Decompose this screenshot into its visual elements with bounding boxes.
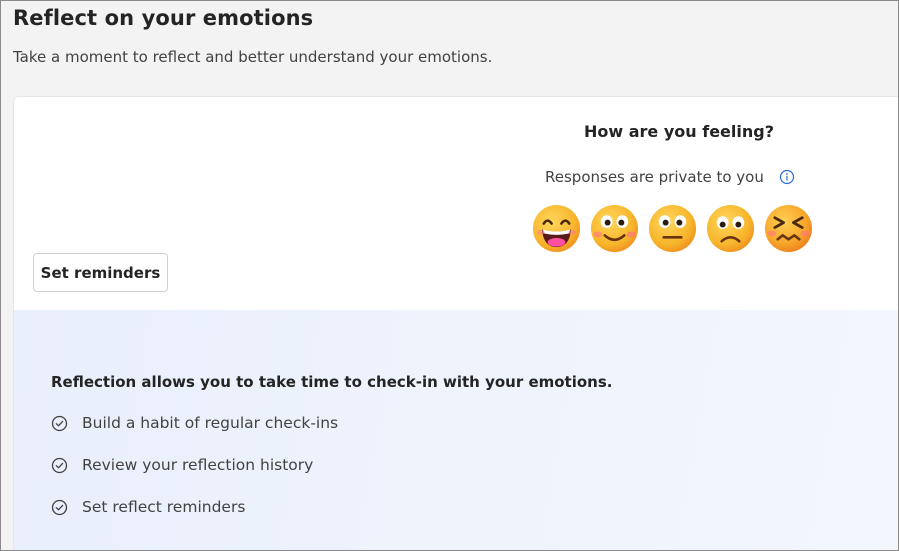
benefit-label: Build a habit of regular check-ins bbox=[82, 414, 339, 432]
benefit-item: Set reflect reminders bbox=[51, 498, 245, 516]
benefit-item: Review your reflection history bbox=[51, 456, 313, 474]
reflect-card: Set reminders How are you feeling? Respo… bbox=[13, 96, 898, 550]
frowning-face-icon[interactable] bbox=[705, 203, 756, 254]
privacy-note: Responses are private to you bbox=[545, 168, 764, 186]
reflection-intro: Reflection allows you to take time to ch… bbox=[51, 373, 613, 391]
page-title: Reflect on your emotions bbox=[13, 6, 314, 30]
confounded-face-icon[interactable] bbox=[763, 203, 814, 254]
benefit-item: Build a habit of regular check-ins bbox=[51, 414, 338, 432]
app-frame: Reflect on your emotions Take a moment t… bbox=[0, 0, 899, 551]
checkin-panel: Set reminders How are you feeling? Respo… bbox=[14, 97, 898, 310]
smiling-face-icon[interactable] bbox=[589, 203, 640, 254]
check-circle-icon bbox=[51, 499, 68, 515]
emotion-picker bbox=[531, 203, 814, 254]
set-reminders-button[interactable]: Set reminders bbox=[33, 253, 168, 292]
feeling-question: How are you feeling? bbox=[584, 122, 774, 141]
benefit-label: Set reflect reminders bbox=[82, 498, 246, 516]
check-circle-icon bbox=[51, 457, 68, 473]
neutral-face-icon[interactable] bbox=[647, 203, 698, 254]
page-subtitle: Take a moment to reflect and better unde… bbox=[13, 48, 493, 66]
benefit-label: Review your reflection history bbox=[82, 456, 314, 474]
grinning-face-icon[interactable] bbox=[531, 203, 582, 254]
check-circle-icon bbox=[51, 415, 68, 431]
info-icon[interactable] bbox=[779, 169, 795, 185]
